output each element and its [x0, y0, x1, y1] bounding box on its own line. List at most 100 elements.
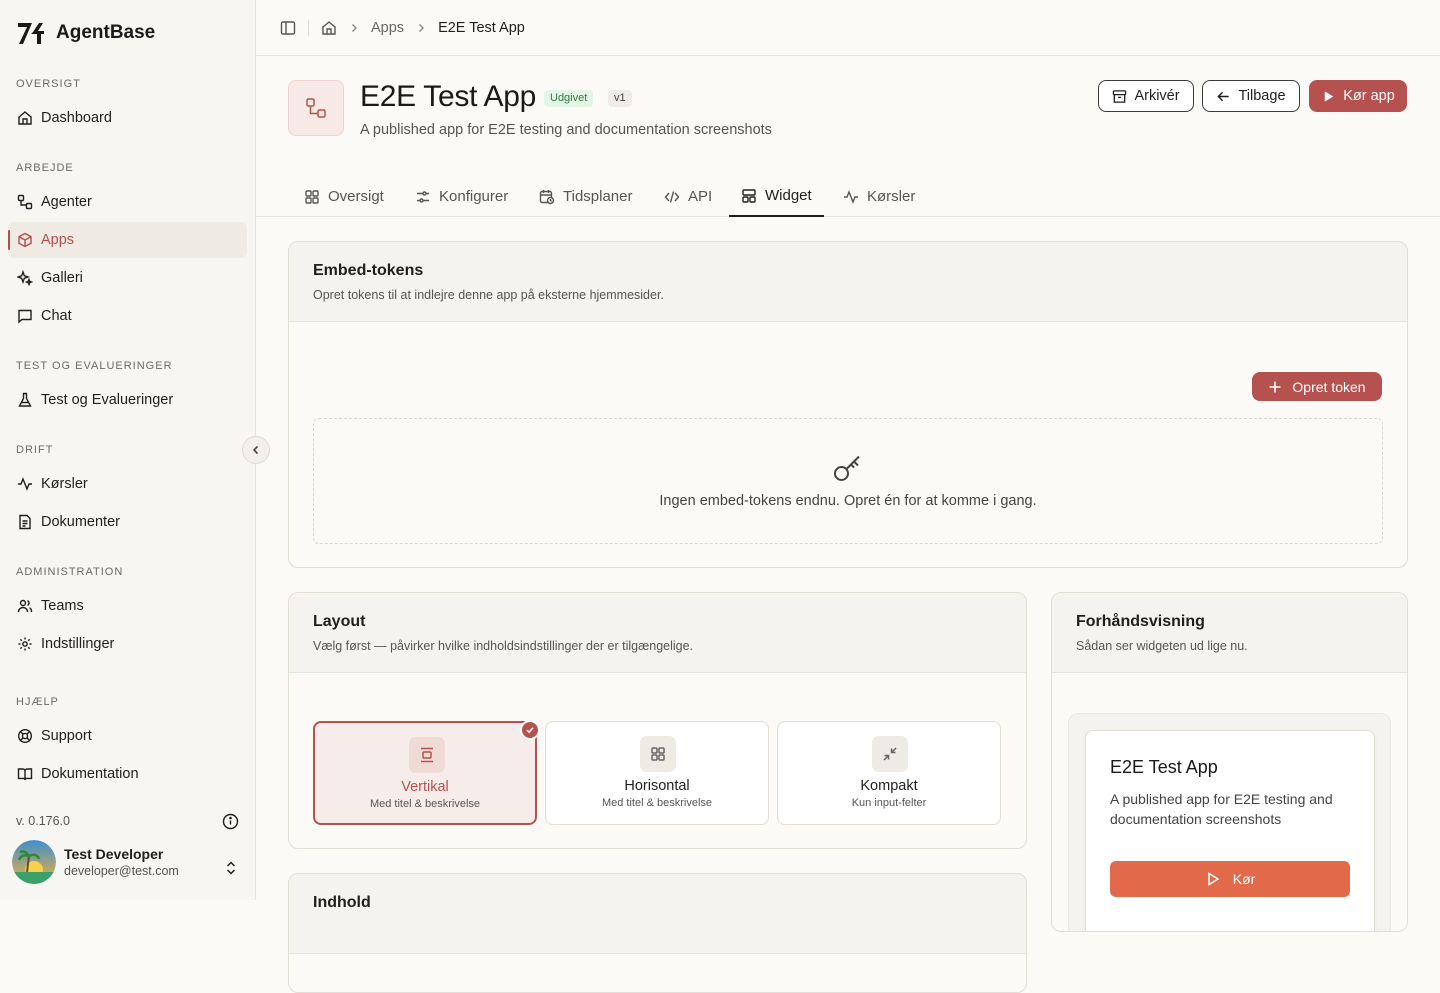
- home-icon[interactable]: [321, 20, 337, 36]
- flask-icon: [18, 392, 32, 407]
- status-badge: Udgivet: [544, 90, 594, 107]
- sidebar-item-runs[interactable]: Kørsler: [8, 466, 247, 502]
- layout-option-horizontal[interactable]: Horisontal Med titel & beskrivelse: [545, 721, 769, 825]
- tab-widget[interactable]: Widget: [729, 176, 824, 217]
- sidebar-item-apps[interactable]: Apps: [8, 222, 247, 258]
- layout-option-compact[interactable]: Kompakt Kun input-felter: [777, 721, 1001, 825]
- tab-label: Oversigt: [328, 188, 384, 205]
- minimize-icon: [883, 747, 897, 761]
- card-title: Embed-tokens: [313, 262, 424, 279]
- info-icon[interactable]: [222, 813, 239, 830]
- sidebar-item-teams[interactable]: Teams: [8, 588, 247, 624]
- section-ops: DRIFT: [16, 444, 54, 456]
- section-work: ARBEJDE: [16, 162, 74, 174]
- home-icon: [18, 111, 32, 125]
- sidebar-item-label: Kørsler: [41, 476, 88, 492]
- activity-icon: [844, 189, 858, 204]
- sidebar-item-label: Indstillinger: [41, 636, 115, 652]
- section-admin: ADMINISTRATION: [16, 566, 124, 578]
- sidebar-item-gallery[interactable]: Galleri: [8, 260, 247, 296]
- sidebar-item-agents[interactable]: Agenter: [8, 184, 247, 220]
- layout-option-sub: Kun input-felter: [851, 797, 927, 809]
- embed-tokens-card: Embed-tokens Opret tokens til at indlejr…: [288, 241, 1408, 568]
- layout-option-icon: [872, 736, 908, 772]
- empty-state-text: Ingen embed-tokens endnu. Opret én for a…: [659, 493, 1037, 509]
- card-title: Forhåndsvisning: [1076, 613, 1205, 630]
- section-help: HJÆLP: [16, 696, 59, 708]
- play-icon: [1324, 90, 1334, 102]
- sidebar-item-label: Test og Evalueringer: [41, 392, 174, 408]
- tab-label: Kørsler: [867, 188, 916, 205]
- brand-name: AgentBase: [56, 22, 156, 43]
- sidebar-item-label: Dashboard: [41, 110, 112, 126]
- workflow-icon: [306, 98, 326, 118]
- card-header: Embed-tokens Opret tokens til at indlejr…: [289, 242, 1407, 322]
- back-button[interactable]: Tilbage: [1202, 80, 1300, 112]
- layout-option-vertical[interactable]: Vertikal Med titel & beskrivelse: [313, 720, 540, 825]
- card-title: Indhold: [313, 894, 371, 911]
- section-test: TEST OG EVALUERINGER: [16, 360, 173, 372]
- grid-icon: [305, 189, 319, 204]
- layout-template-icon: [742, 188, 756, 203]
- sidebar-item-documentation[interactable]: Dokumentation: [8, 756, 247, 792]
- sidebar-item-chat[interactable]: Chat: [8, 298, 247, 334]
- tab-configure[interactable]: Konfigurer: [403, 176, 520, 217]
- layout-option-sub: Med titel & beskrivelse: [369, 798, 481, 810]
- brand[interactable]: AgentBase: [16, 20, 155, 46]
- sidebar: AgentBase OVERSIGT Dashboard ARBEJDE Age…: [0, 0, 256, 900]
- card-subtitle: Vælg først — påvirker hvilke indholdsind…: [313, 639, 694, 653]
- gear-icon: [18, 637, 32, 651]
- tab-label: Widget: [765, 187, 812, 204]
- layout-option-label: Vertikal: [401, 779, 449, 795]
- widget-run-button[interactable]: Kør: [1110, 861, 1350, 897]
- widget-preview-frame: E2E Test App A published app for E2E tes…: [1068, 713, 1391, 931]
- book-open-icon: [17, 768, 33, 781]
- divider: [308, 19, 309, 36]
- users-icon: [17, 599, 33, 613]
- layout-option-icon: [409, 737, 445, 773]
- code-icon: [664, 190, 680, 203]
- tab-runs[interactable]: Kørsler: [831, 176, 927, 217]
- sidebar-item-documents[interactable]: Dokumenter: [8, 504, 247, 540]
- layout-option-icon: [640, 736, 676, 772]
- tab-label: Konfigurer: [439, 188, 509, 205]
- archive-button[interactable]: Arkivér: [1098, 80, 1194, 112]
- package-icon: [18, 232, 32, 248]
- preview-card: Forhåndsvisning Sådan ser widgeten ud li…: [1051, 592, 1408, 932]
- app-version: v. 0.176.0: [16, 814, 70, 828]
- card-title: Layout: [313, 613, 366, 630]
- user-name: Test Developer: [64, 846, 164, 862]
- play-icon: [1207, 872, 1220, 886]
- breadcrumb-apps[interactable]: Apps: [371, 20, 404, 36]
- sidebar-item-label: Apps: [41, 232, 75, 248]
- chevrons-up-down-icon[interactable]: [224, 860, 238, 876]
- create-token-label: Opret token: [1292, 378, 1366, 395]
- sidebar-item-support[interactable]: Support: [8, 718, 247, 754]
- tab-schedules[interactable]: Tidsplaner: [527, 176, 644, 217]
- run-app-button[interactable]: Kør app: [1309, 80, 1407, 112]
- card-header: Forhåndsvisning Sådan ser widgeten ud li…: [1052, 593, 1407, 673]
- chat-icon: [18, 309, 32, 324]
- layout-option-label: Kompakt: [860, 778, 918, 794]
- widget-description: A published app for E2E testing and docu…: [1110, 791, 1333, 827]
- sparkles-icon: [17, 270, 33, 286]
- sidebar-item-dashboard[interactable]: Dashboard: [8, 100, 247, 136]
- collapse-sidebar-button[interactable]: [242, 436, 270, 464]
- calendar-clock-icon: [539, 189, 555, 204]
- grid-icon: [651, 747, 665, 761]
- widget-run-label: Kør: [1232, 871, 1256, 887]
- tab-api[interactable]: API: [652, 176, 724, 217]
- sidebar-item-tests[interactable]: Test og Evalueringer: [8, 382, 247, 418]
- widget-title: E2E Test App: [1110, 757, 1218, 777]
- user-menu[interactable]: Test Developer developer@test.com: [12, 840, 179, 884]
- sidebar-toggle-icon[interactable]: [280, 20, 296, 36]
- sidebar-item-label: Galleri: [41, 270, 83, 286]
- sidebar-item-settings[interactable]: Indstillinger: [8, 626, 247, 662]
- tab-overview[interactable]: Oversigt: [292, 176, 396, 217]
- plus-icon: [1269, 381, 1281, 392]
- section-overview: OVERSIGT: [16, 78, 81, 90]
- avatar: [12, 840, 56, 884]
- create-token-button[interactable]: Opret token: [1252, 372, 1382, 401]
- app-description: A published app for E2E testing and docu…: [360, 122, 772, 138]
- arrow-left-icon: [1217, 91, 1230, 101]
